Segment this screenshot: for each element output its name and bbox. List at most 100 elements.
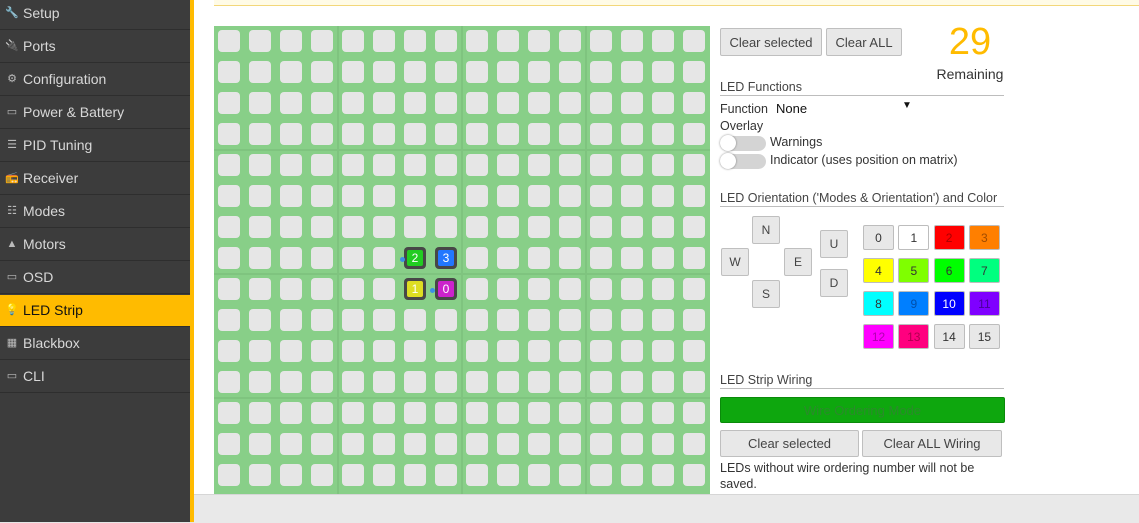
led-cell[interactable]: [249, 185, 271, 207]
color-swatch-8[interactable]: 8: [863, 291, 894, 316]
led-cell[interactable]: [621, 61, 643, 83]
led-cell[interactable]: [280, 92, 302, 114]
led-cell[interactable]: [404, 123, 426, 145]
color-swatch-15[interactable]: 15: [968, 324, 1000, 349]
led-cell[interactable]: [528, 247, 550, 269]
led-cell[interactable]: [435, 154, 457, 176]
led-cell[interactable]: [559, 185, 581, 207]
led-cell[interactable]: [311, 371, 333, 393]
direction-up-button[interactable]: U: [820, 230, 848, 258]
color-swatch-10[interactable]: 10: [933, 291, 965, 316]
led-cell[interactable]: [528, 92, 550, 114]
led-cell[interactable]: [311, 433, 333, 455]
led-cell[interactable]: [311, 30, 333, 52]
led-cell[interactable]: [652, 61, 674, 83]
led-cell[interactable]: [621, 30, 643, 52]
led-cell[interactable]: [497, 464, 519, 486]
led-cell[interactable]: [311, 123, 333, 145]
clear-selected-wiring-button[interactable]: Clear selected: [720, 430, 859, 457]
led-cell[interactable]: [218, 154, 240, 176]
led-cell[interactable]: [342, 216, 364, 238]
led-cell[interactable]: [373, 309, 395, 331]
color-swatch-13[interactable]: 13: [898, 324, 930, 349]
led-cell[interactable]: [528, 402, 550, 424]
led-cell[interactable]: [621, 154, 643, 176]
led-cell[interactable]: [342, 92, 364, 114]
led-cell[interactable]: [404, 185, 426, 207]
led-cell[interactable]: [249, 402, 271, 424]
led-cell[interactable]: [435, 371, 457, 393]
led-cell[interactable]: [559, 433, 581, 455]
led-cell[interactable]: [652, 185, 674, 207]
sidebar-item-setup[interactable]: 🔧 Setup: [0, 0, 190, 30]
led-cell[interactable]: [559, 278, 581, 300]
led-cell[interactable]: [559, 309, 581, 331]
led-cell[interactable]: [466, 309, 488, 331]
color-swatch-5[interactable]: 5: [898, 258, 930, 283]
led-cell[interactable]: [528, 154, 550, 176]
led-cell[interactable]: [249, 433, 271, 455]
led-cell[interactable]: [342, 309, 364, 331]
led-cell[interactable]: [497, 154, 519, 176]
led-cell[interactable]: [590, 371, 612, 393]
led-cell[interactable]: [497, 123, 519, 145]
led-cell[interactable]: [528, 340, 550, 362]
led-cell[interactable]: [218, 402, 240, 424]
sidebar-item-cli[interactable]: ▭ CLI: [0, 361, 190, 393]
led-cell[interactable]: [528, 216, 550, 238]
led-cell[interactable]: [218, 433, 240, 455]
led-cell[interactable]: [497, 371, 519, 393]
direction-south-button[interactable]: S: [752, 280, 780, 308]
sidebar-item-modes[interactable]: ☷ Modes: [0, 196, 190, 228]
led-cell[interactable]: [404, 61, 426, 83]
led-cell[interactable]: [342, 123, 364, 145]
led-cell[interactable]: [435, 61, 457, 83]
led-cell[interactable]: [559, 123, 581, 145]
led-cell[interactable]: [621, 340, 643, 362]
led-cell[interactable]: [249, 154, 271, 176]
led-cell[interactable]: [590, 247, 612, 269]
led-cell[interactable]: [528, 278, 550, 300]
direction-east-button[interactable]: E: [784, 248, 812, 276]
led-cell[interactable]: [280, 464, 302, 486]
led-cell[interactable]: [373, 402, 395, 424]
led-cell[interactable]: [342, 154, 364, 176]
sidebar-item-ports[interactable]: 🔌 Ports: [0, 31, 190, 63]
led-cell[interactable]: [218, 309, 240, 331]
led-cell[interactable]: [311, 278, 333, 300]
led-cell[interactable]: [342, 402, 364, 424]
led-cell[interactable]: [497, 92, 519, 114]
led-cell[interactable]: [249, 464, 271, 486]
led-cell[interactable]: [311, 340, 333, 362]
led-cell[interactable]: [497, 61, 519, 83]
led-cell[interactable]: [466, 371, 488, 393]
warnings-toggle[interactable]: [720, 135, 766, 151]
led-cell[interactable]: [590, 216, 612, 238]
led-cell[interactable]: [466, 433, 488, 455]
led-cell[interactable]: [342, 247, 364, 269]
led-cell[interactable]: [249, 309, 271, 331]
led-cell[interactable]: [249, 371, 271, 393]
led-cell[interactable]: [621, 185, 643, 207]
led-cell[interactable]: [466, 185, 488, 207]
led-cell[interactable]: [497, 340, 519, 362]
led-cell[interactable]: [683, 247, 705, 269]
led-cell[interactable]: [559, 92, 581, 114]
led-cell[interactable]: [683, 371, 705, 393]
color-swatch-9[interactable]: 9: [898, 291, 930, 316]
led-cell[interactable]: [528, 30, 550, 52]
color-swatch-1[interactable]: 1: [898, 225, 930, 250]
led-cell[interactable]: [435, 340, 457, 362]
led-cell[interactable]: [590, 92, 612, 114]
led-cell[interactable]: [373, 433, 395, 455]
clear-all-button[interactable]: Clear ALL: [826, 28, 902, 56]
led-cell[interactable]: [683, 123, 705, 145]
led-cell[interactable]: [249, 123, 271, 145]
led-cell[interactable]: [559, 247, 581, 269]
led-cell[interactable]: [404, 402, 426, 424]
led-cell[interactable]: [435, 433, 457, 455]
indicator-toggle[interactable]: [720, 153, 766, 169]
led-cell[interactable]: [373, 185, 395, 207]
led-cell[interactable]: [435, 185, 457, 207]
color-swatch-3[interactable]: 3: [968, 225, 1000, 250]
